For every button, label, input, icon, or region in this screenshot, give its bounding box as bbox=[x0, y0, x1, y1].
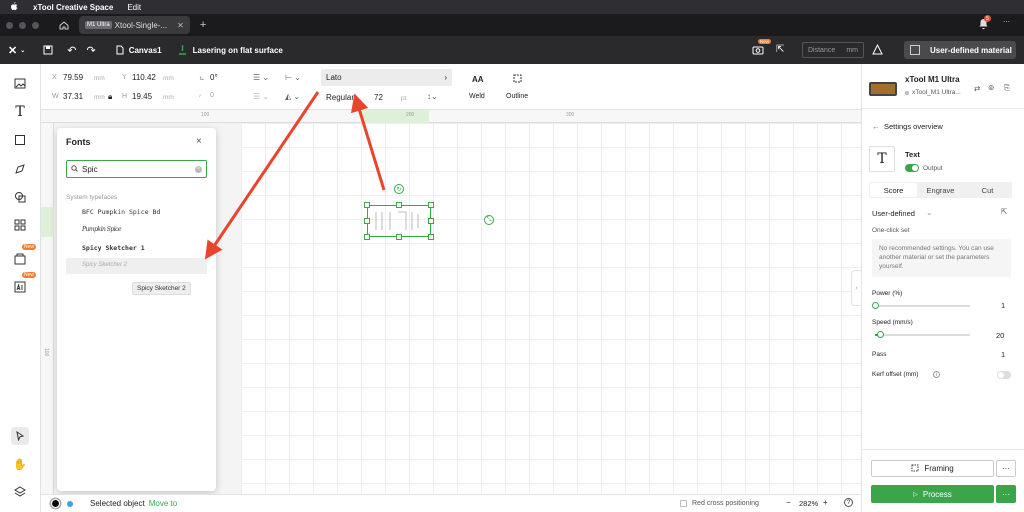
color-swatch-black[interactable] bbox=[51, 499, 60, 508]
layer-type-label: Text bbox=[905, 150, 920, 159]
process-more-button[interactable]: ··· bbox=[996, 485, 1016, 503]
output-toggle[interactable] bbox=[905, 164, 919, 172]
zoom-in-button[interactable]: + bbox=[823, 498, 828, 507]
right-settings-panel: xTool M1 Ultra xTool_M1 Ultra... ⇄ ⊚ ⎘ ←… bbox=[861, 64, 1024, 512]
save-preset-icon[interactable]: ⇱ bbox=[1001, 207, 1007, 216]
power-slider-knob[interactable] bbox=[872, 302, 879, 309]
speed-value[interactable]: 20 bbox=[996, 331, 1004, 340]
pass-label: Pass bbox=[872, 351, 887, 358]
zoom-level[interactable]: 282% bbox=[799, 499, 818, 508]
speed-label: Speed (mm/s) bbox=[872, 319, 913, 326]
divider bbox=[862, 449, 1024, 450]
red-cross-checkbox[interactable] bbox=[680, 500, 687, 507]
framing-icon bbox=[911, 464, 919, 474]
move-to-link[interactable]: Move to bbox=[149, 499, 177, 508]
switch-device-icon[interactable]: ⇄ bbox=[974, 84, 980, 93]
process-button[interactable]: ▷ Process bbox=[871, 485, 994, 503]
text-layer-icon: T bbox=[869, 146, 895, 172]
tab-cut[interactable]: Cut bbox=[964, 183, 1011, 197]
output-label: Output bbox=[923, 165, 943, 172]
pass-value[interactable]: 1 bbox=[1001, 350, 1005, 359]
device-subtitle: xTool_M1 Ultra... bbox=[912, 89, 961, 96]
device-thumbnail bbox=[869, 82, 897, 96]
help-icon[interactable]: ? bbox=[844, 498, 853, 507]
chevron-down-icon: ⌄ bbox=[926, 208, 933, 217]
collapse-panel-icon[interactable]: › bbox=[851, 270, 861, 306]
tab-engrave[interactable]: Engrave bbox=[917, 183, 964, 197]
zoom-out-button[interactable]: − bbox=[786, 498, 791, 507]
framing-more-button[interactable]: ··· bbox=[996, 460, 1016, 477]
kerf-toggle[interactable] bbox=[997, 371, 1011, 379]
info-icon[interactable]: i bbox=[933, 371, 940, 378]
speed-slider-knob[interactable] bbox=[877, 331, 884, 338]
status-bar: Selected object Move to Red cross positi… bbox=[41, 494, 861, 512]
play-icon: ▷ bbox=[913, 491, 918, 498]
power-slider[interactable] bbox=[875, 305, 970, 307]
device-name[interactable]: xTool M1 Ultra bbox=[905, 75, 960, 84]
color-swatch-blue[interactable] bbox=[67, 500, 73, 507]
selected-object-label: Selected object bbox=[90, 499, 145, 508]
device-settings-icon[interactable]: ⊚ bbox=[988, 83, 994, 92]
settings-overview-title: Settings overview bbox=[884, 122, 943, 131]
back-arrow-icon[interactable]: ← bbox=[872, 122, 880, 131]
one-click-label: One-click set bbox=[872, 227, 910, 234]
divider bbox=[862, 108, 1024, 109]
power-label: Power (%) bbox=[872, 290, 903, 297]
red-cross-label: Red cross positioning bbox=[692, 500, 759, 507]
toggle-knob bbox=[998, 372, 1004, 378]
speed-slider[interactable] bbox=[875, 334, 970, 336]
power-value[interactable]: 1 bbox=[1001, 301, 1005, 310]
connection-status-dot bbox=[905, 91, 909, 95]
preset-select[interactable]: User-defined bbox=[872, 209, 915, 218]
framing-button[interactable]: Framing bbox=[871, 460, 994, 477]
framing-label: Framing bbox=[924, 464, 954, 473]
recommendation-note: No recommended settings. You can use ano… bbox=[872, 239, 1011, 277]
tab-score[interactable]: Score bbox=[870, 183, 917, 197]
toggle-knob bbox=[912, 165, 918, 171]
kerf-label: Kerf offset (mm) bbox=[872, 371, 919, 378]
document-icon[interactable]: ⎘ bbox=[1004, 83, 1010, 93]
process-label: Process bbox=[922, 489, 952, 499]
